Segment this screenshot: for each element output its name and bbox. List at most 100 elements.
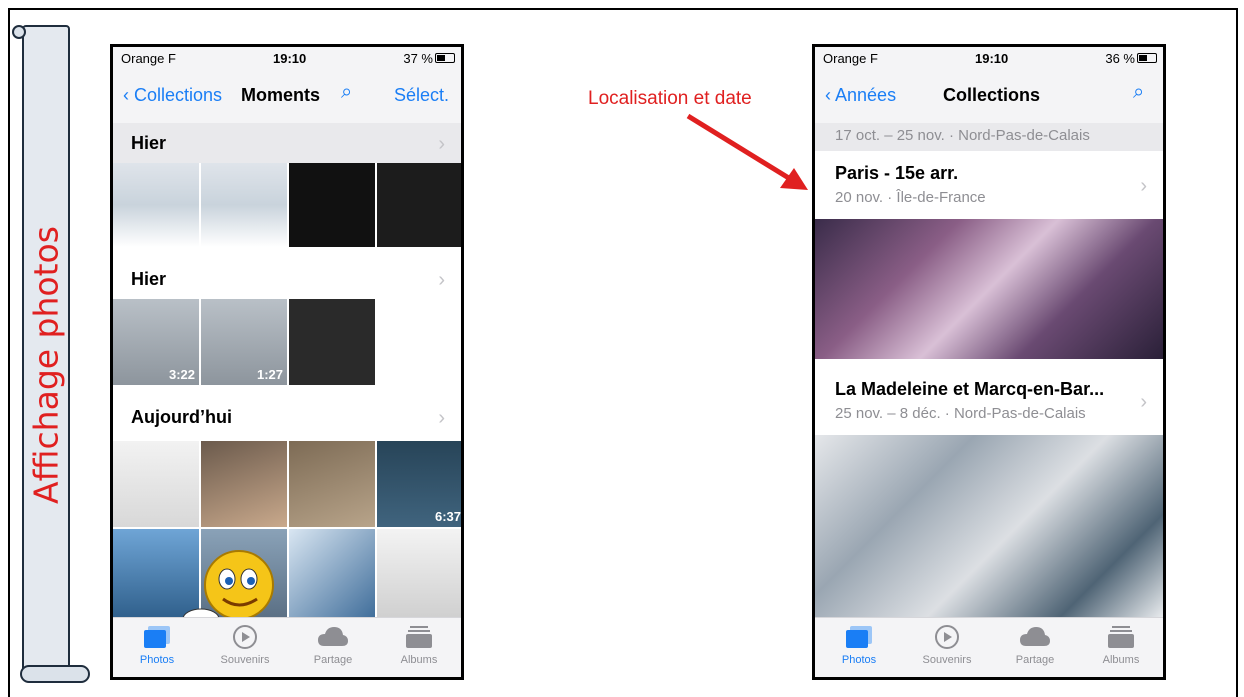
photo-grid bbox=[113, 163, 461, 247]
memories-icon bbox=[233, 625, 257, 649]
chevron-right-icon: › bbox=[438, 407, 445, 429]
tab-bar: Photos Souvenirs Partage Albums bbox=[113, 617, 461, 677]
battery-percent: 36 % bbox=[1105, 51, 1135, 66]
tab-photos[interactable]: Photos bbox=[815, 624, 903, 666]
video-thumb[interactable]: 1:27 bbox=[201, 299, 287, 385]
back-label: Collections bbox=[134, 85, 223, 105]
carrier-label: Orange F bbox=[823, 51, 878, 66]
section-label: Hier bbox=[131, 269, 167, 289]
phone-moments: Orange F 19:10 37 % ‹ Collections Moment… bbox=[110, 44, 464, 680]
section-header[interactable]: Hier › bbox=[113, 259, 461, 299]
slide-border bbox=[8, 8, 1238, 10]
tab-label: Photos bbox=[139, 654, 175, 666]
carrier-label: Orange F bbox=[121, 51, 176, 66]
collection-header[interactable]: Paris - 15e arr. 20 nov. · Île-de-France… bbox=[815, 153, 1163, 219]
photos-icon bbox=[144, 626, 170, 648]
banner-title: Affichage photos bbox=[26, 226, 66, 504]
nav-bar: ‹ Années Collections ⌕ bbox=[815, 69, 1163, 123]
tab-partage[interactable]: Partage bbox=[289, 624, 377, 666]
collection-header-partial[interactable]: 17 oct. – 25 nov. · Nord-Pas-de-Calais bbox=[815, 123, 1163, 151]
collection-subtitle: 25 nov. – 8 déc. · Nord-Pas-de-Calais bbox=[835, 405, 1086, 422]
photo-thumb[interactable] bbox=[377, 529, 461, 619]
chevron-right-icon: › bbox=[438, 269, 445, 291]
section-header[interactable]: Hier › bbox=[113, 123, 461, 163]
slide-border bbox=[8, 8, 10, 697]
photo-grid: 6:37 bbox=[113, 441, 461, 527]
photo-thumb[interactable] bbox=[289, 163, 375, 247]
tab-souvenirs[interactable]: Souvenirs bbox=[201, 624, 289, 666]
section-label: Hier bbox=[131, 133, 167, 153]
collection-photo-mosaic[interactable] bbox=[815, 435, 1163, 621]
photo-thumb[interactable] bbox=[201, 441, 287, 527]
status-bar: Orange F 19:10 37 % bbox=[113, 47, 461, 69]
battery-icon bbox=[1137, 53, 1157, 63]
scroll-curl-bottom bbox=[20, 665, 90, 683]
collection-subtitle: 17 oct. – 25 nov. · Nord-Pas-de-Calais bbox=[835, 127, 1090, 144]
scroll-curl-top bbox=[12, 25, 26, 39]
tab-albums[interactable]: Albums bbox=[375, 624, 461, 666]
chevron-right-icon: › bbox=[1140, 391, 1147, 413]
photo-thumb[interactable] bbox=[289, 529, 375, 619]
tab-albums[interactable]: Albums bbox=[1077, 624, 1163, 666]
video-thumb[interactable]: 3:22 bbox=[113, 299, 199, 385]
photo-thumb[interactable] bbox=[289, 299, 375, 385]
back-button[interactable]: ‹ Années bbox=[825, 85, 896, 106]
battery-icon bbox=[435, 53, 455, 63]
select-button[interactable]: Sélect. bbox=[394, 85, 449, 106]
back-button[interactable]: ‹ Collections bbox=[123, 85, 222, 106]
collection-photo-mosaic[interactable] bbox=[815, 219, 1163, 359]
tab-label: Partage bbox=[313, 654, 353, 666]
memories-icon bbox=[935, 625, 959, 649]
tab-label: Souvenirs bbox=[922, 654, 972, 666]
clock: 19:10 bbox=[975, 51, 1009, 66]
nav-bar: ‹ Collections Moments ⌕ Sélect. bbox=[113, 69, 461, 123]
chevron-left-icon: ‹ bbox=[123, 85, 129, 105]
page-title: Collections bbox=[943, 85, 1041, 105]
collection-header[interactable]: La Madeleine et Marcq-en-Bar... 25 nov. … bbox=[815, 365, 1163, 433]
cloud-icon bbox=[318, 627, 348, 646]
albums-icon bbox=[406, 626, 432, 648]
chevron-left-icon: ‹ bbox=[825, 85, 831, 105]
search-icon[interactable]: ⌕ bbox=[1133, 81, 1144, 104]
photo-thumb[interactable] bbox=[113, 163, 199, 247]
photo-thumb[interactable] bbox=[289, 441, 375, 527]
collection-subtitle: 20 nov. · Île-de-France bbox=[835, 189, 986, 206]
video-thumb[interactable]: 6:37 bbox=[377, 441, 461, 527]
scroll-banner: Affichage photos bbox=[12, 25, 90, 685]
phone-collections: Orange F 19:10 36 % ‹ Années Collections… bbox=[812, 44, 1166, 680]
video-duration: 3:22 bbox=[168, 367, 195, 382]
photo-thumb[interactable] bbox=[377, 163, 461, 247]
search-icon[interactable]: ⌕ bbox=[341, 81, 352, 104]
photos-icon bbox=[846, 626, 872, 648]
annotation-arrow-icon bbox=[686, 113, 808, 190]
tab-label: Albums bbox=[1102, 654, 1140, 666]
tab-bar: Photos Souvenirs Partage Albums bbox=[815, 617, 1163, 677]
page-title: Moments bbox=[241, 85, 321, 105]
section-label: Aujourd’hui bbox=[131, 407, 232, 427]
tab-label: Albums bbox=[400, 654, 438, 666]
albums-icon bbox=[1108, 626, 1134, 648]
back-label: Années bbox=[835, 85, 897, 105]
cloud-icon bbox=[1020, 627, 1050, 646]
photo-thumb[interactable] bbox=[201, 163, 287, 247]
tab-label: Partage bbox=[1015, 654, 1055, 666]
annotation-label: Localisation et date bbox=[588, 88, 752, 109]
collection-title: La Madeleine et Marcq-en-Bar... bbox=[835, 379, 1105, 399]
tab-label: Photos bbox=[841, 654, 877, 666]
slide: Affichage photos Orange F 19:10 37 % ‹ C… bbox=[0, 0, 1244, 697]
chevron-right-icon: › bbox=[1140, 175, 1147, 197]
tab-photos[interactable]: Photos bbox=[113, 624, 201, 666]
clock: 19:10 bbox=[273, 51, 307, 66]
photo-thumb[interactable] bbox=[113, 441, 199, 527]
status-bar: Orange F 19:10 36 % bbox=[815, 47, 1163, 69]
tab-partage[interactable]: Partage bbox=[991, 624, 1079, 666]
tab-label: Souvenirs bbox=[220, 654, 270, 666]
collection-title: Paris - 15e arr. bbox=[835, 163, 959, 183]
tab-souvenirs[interactable]: Souvenirs bbox=[903, 624, 991, 666]
video-duration: 6:37 bbox=[434, 509, 461, 524]
video-duration: 1:27 bbox=[256, 367, 283, 382]
photo-grid: 3:22 1:27 bbox=[113, 299, 461, 385]
chevron-right-icon: › bbox=[438, 133, 445, 155]
section-header[interactable]: Aujourd’hui › bbox=[113, 397, 461, 437]
slide-border bbox=[1236, 8, 1238, 697]
